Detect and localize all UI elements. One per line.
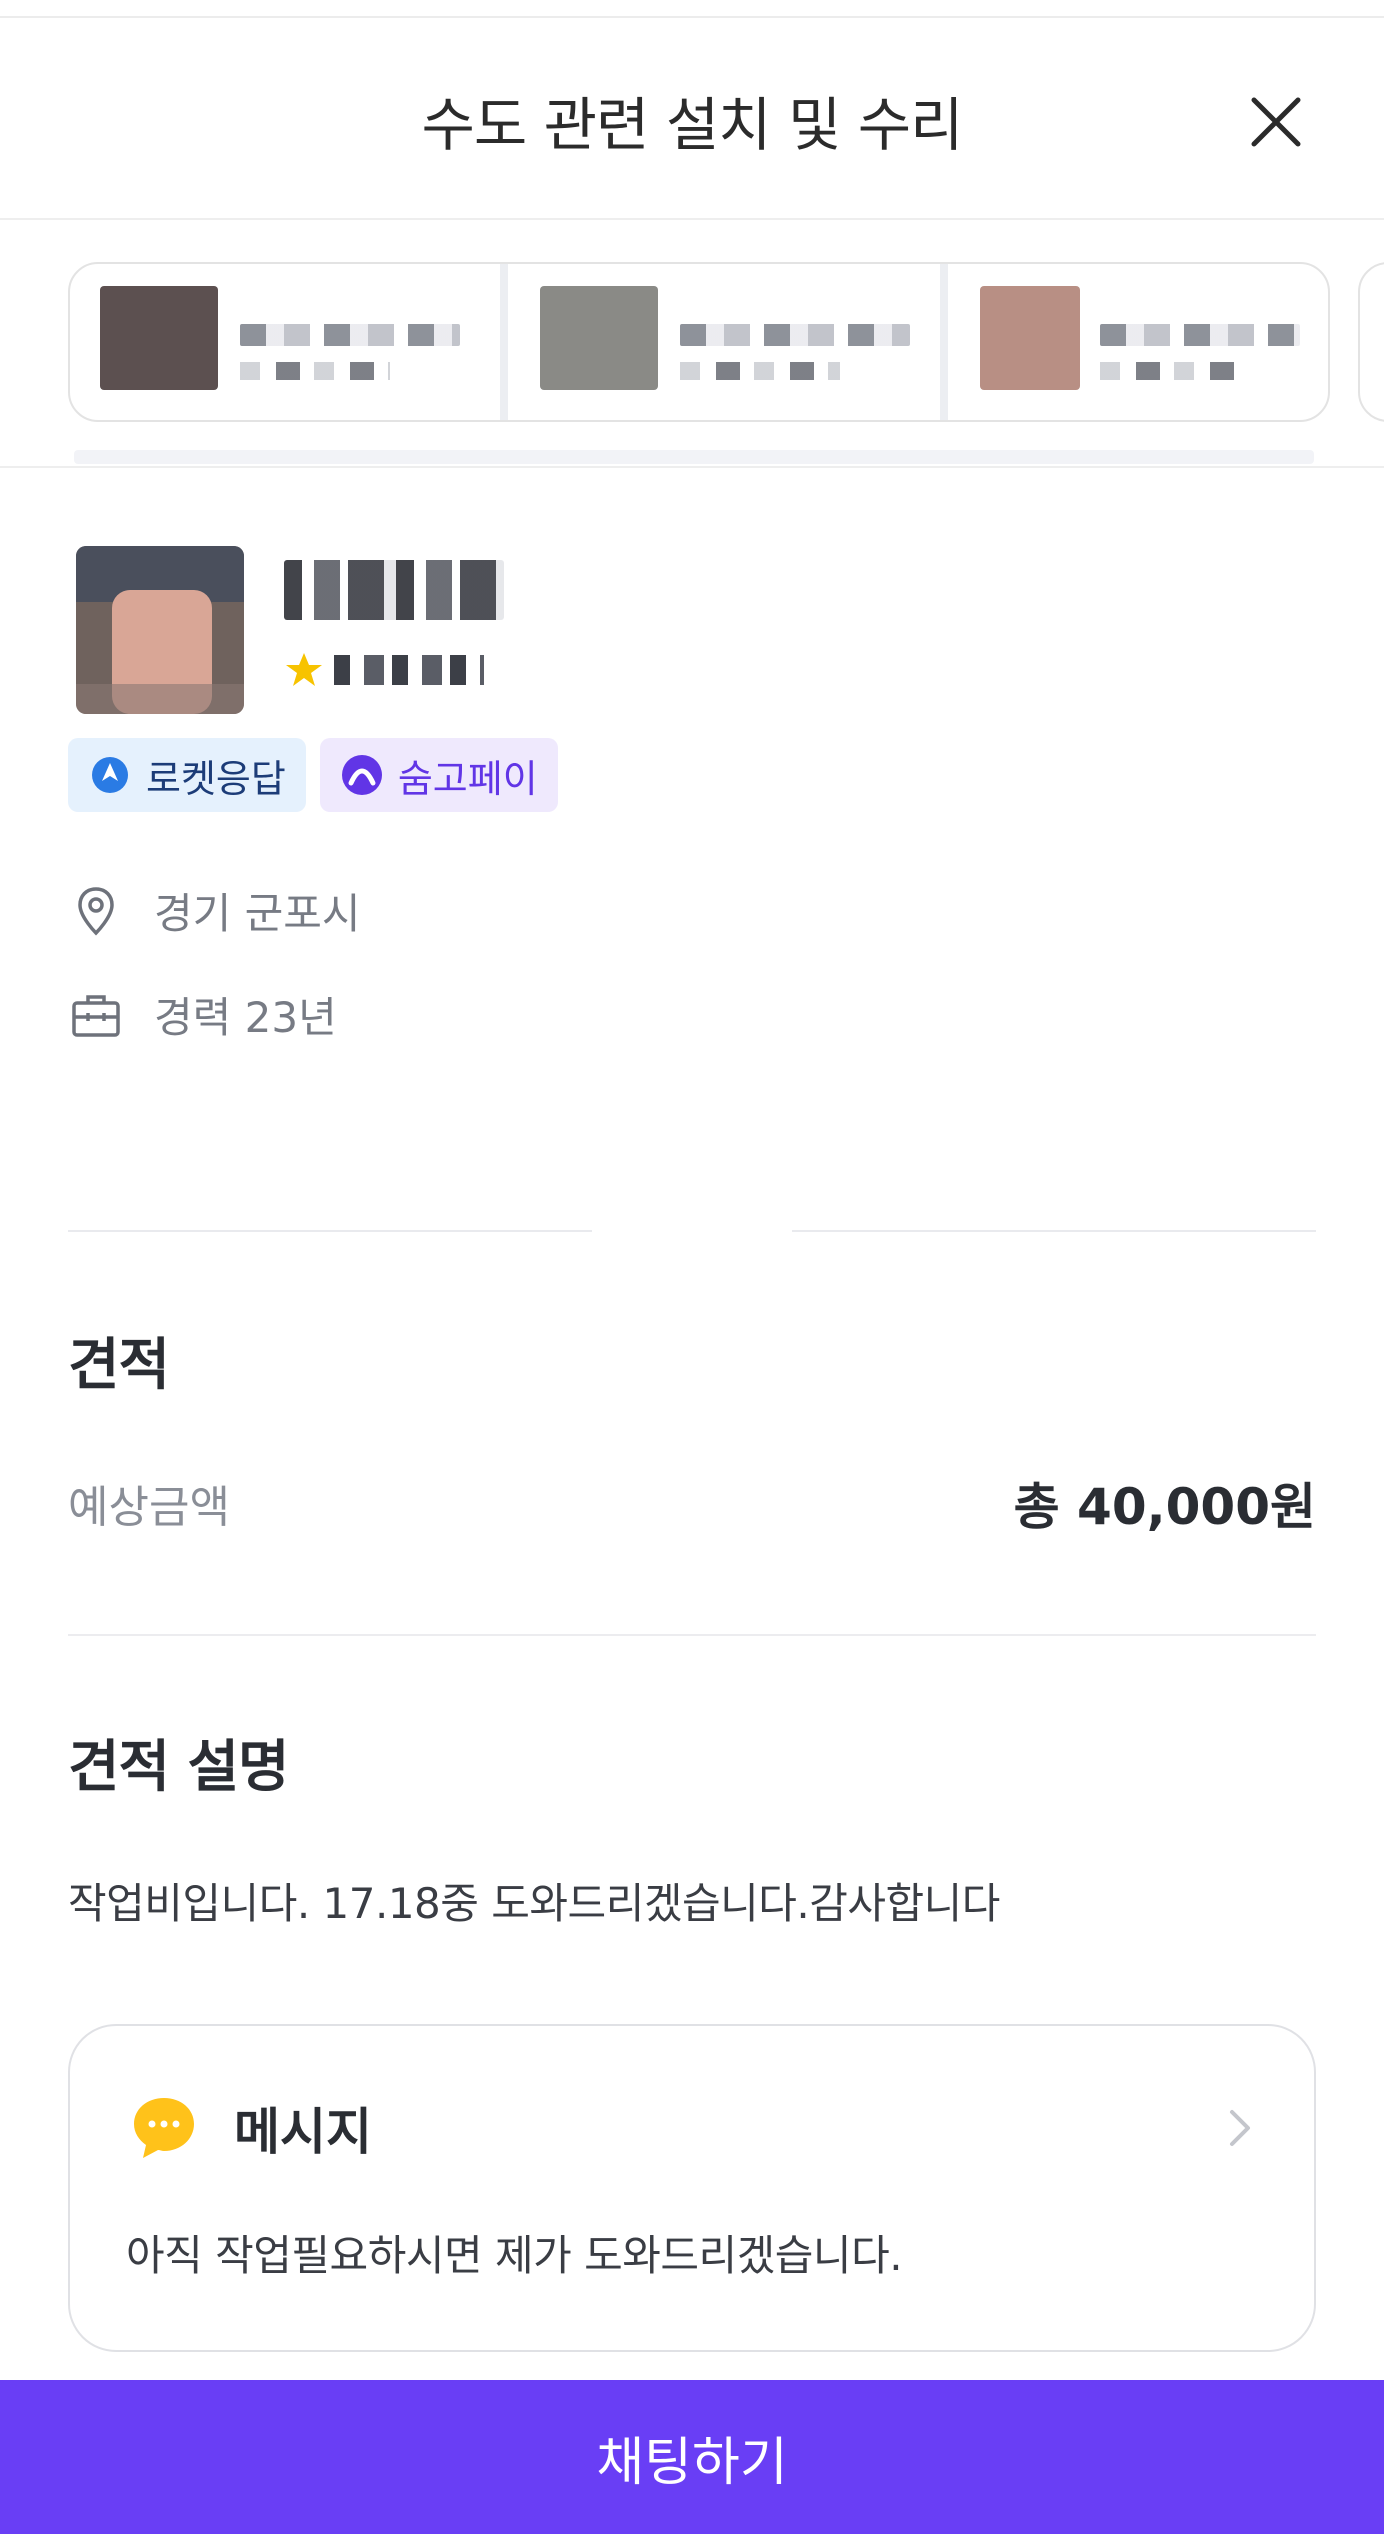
modal-header: 수도 관련 설치 및 수리 bbox=[0, 20, 1384, 220]
chevron-right-icon bbox=[1230, 2110, 1250, 2146]
rocket-icon bbox=[88, 753, 132, 797]
message-card[interactable]: 메시지 아직 작업필요하시면 제가 도와드리겠습니다. bbox=[68, 2024, 1316, 2352]
pro-name-blurred bbox=[240, 324, 460, 346]
avatar-shade bbox=[76, 684, 244, 714]
pro-thumbnail bbox=[980, 286, 1080, 390]
location-text: 경기 군포시 bbox=[154, 889, 361, 938]
pro-name-blurred bbox=[284, 560, 504, 620]
estimate-section-title: 견적 bbox=[68, 1333, 170, 1398]
pro-name-blurred bbox=[680, 324, 910, 346]
pro-name-blurred bbox=[1100, 324, 1300, 346]
rating-blurred bbox=[334, 655, 484, 685]
avatar[interactable] bbox=[76, 546, 244, 714]
location-row: 경기 군포시 bbox=[68, 880, 361, 941]
carousel-card[interactable] bbox=[510, 264, 930, 420]
carousel-separator bbox=[940, 264, 948, 420]
carousel-scroll-indicator bbox=[74, 450, 1314, 464]
badge-label: 로켓응답 bbox=[146, 756, 286, 801]
location-pin-icon bbox=[68, 883, 124, 939]
description-text: 작업비입니다. 17.18중 도와드리겠습니다.감사합니다 bbox=[68, 1879, 1000, 1928]
divider bbox=[68, 1634, 1316, 1636]
divider bbox=[68, 1230, 592, 1232]
rocket-response-badge: 로켓응답 bbox=[68, 738, 306, 812]
carousel-track bbox=[68, 262, 1330, 422]
estimate-row: 예상금액 총 40,000원 bbox=[68, 1468, 1316, 1538]
badge-label: 숨고페이 bbox=[397, 756, 538, 801]
pro-rating bbox=[284, 652, 484, 688]
carousel-card[interactable] bbox=[950, 264, 1320, 420]
briefcase-icon bbox=[68, 987, 124, 1043]
page-title: 수도 관련 설치 및 수리 bbox=[421, 91, 964, 159]
status-bar-divider bbox=[0, 0, 1384, 18]
close-button[interactable] bbox=[1240, 86, 1312, 158]
carousel-next-card[interactable] bbox=[1358, 262, 1384, 422]
career-row: 경력 23년 bbox=[68, 984, 337, 1045]
pro-rating-blurred bbox=[680, 362, 840, 380]
soomgo-pay-badge: 숨고페이 bbox=[319, 738, 558, 812]
badge-list: 로켓응답 숨고페이 bbox=[68, 738, 558, 812]
quote-carousel[interactable] bbox=[0, 222, 1384, 468]
star-icon bbox=[286, 653, 322, 686]
career-text: 경력 23년 bbox=[154, 993, 337, 1042]
carousel-card[interactable] bbox=[70, 264, 490, 420]
estimate-value: 총 40,000원 bbox=[1013, 1478, 1316, 1536]
chat-button[interactable]: 채팅하기 bbox=[0, 2380, 1384, 2534]
carousel-separator bbox=[500, 264, 508, 420]
soomgo-pay-icon bbox=[340, 753, 384, 797]
pro-rating-blurred bbox=[240, 362, 390, 380]
message-body: 아직 작업필요하시면 제가 도와드리겠습니다. bbox=[126, 2231, 903, 2280]
close-icon bbox=[1251, 97, 1301, 147]
pro-rating-blurred bbox=[1100, 362, 1240, 380]
pro-thumbnail bbox=[540, 286, 658, 390]
description-section-title: 견적 설명 bbox=[68, 1735, 290, 1800]
divider bbox=[792, 1230, 1316, 1232]
estimate-label: 예상금액 bbox=[68, 1482, 230, 1533]
pro-thumbnail bbox=[100, 286, 218, 390]
message-title: 메시지 bbox=[234, 2103, 372, 2161]
chat-bubble-icon bbox=[134, 2098, 194, 2158]
